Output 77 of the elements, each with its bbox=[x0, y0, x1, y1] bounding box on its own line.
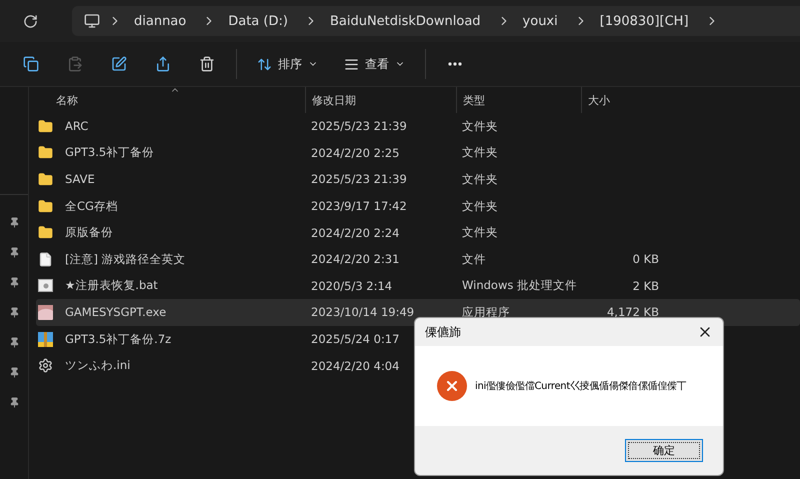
file-type: 文件 bbox=[461, 252, 487, 267]
folder-icon bbox=[38, 145, 53, 160]
file-name: GPT3.5补丁备份 bbox=[64, 145, 154, 160]
file-name: GPT3.5补丁备份.7z bbox=[64, 332, 172, 347]
pin-icon[interactable] bbox=[8, 337, 20, 348]
error-icon bbox=[437, 371, 467, 401]
settings-file-icon bbox=[38, 358, 53, 374]
file-name: ARC bbox=[64, 119, 88, 134]
ok-button[interactable]: 确定 bbox=[625, 439, 703, 462]
file-icon bbox=[38, 252, 53, 267]
column-header[interactable]: 大小 bbox=[581, 87, 665, 113]
error-message: ini儖僂儉儖儅Current巜掕偑偱偒傑偣傫偱偟偨丅 bbox=[475, 380, 686, 393]
pin-icon[interactable] bbox=[8, 367, 20, 378]
column-header[interactable]: 名称 bbox=[36, 87, 305, 113]
modified-date: 2020/5/3 2:14 bbox=[310, 278, 394, 293]
modified-date: 2024/2/20 2:24 bbox=[310, 226, 400, 240]
pin-icon[interactable] bbox=[8, 307, 20, 318]
file-row[interactable]: GPT3.5补丁备份 2024/2/20 2:25 文件夹 bbox=[36, 140, 800, 166]
column-header[interactable]: 类型 bbox=[456, 87, 581, 113]
file-size: 2 KB bbox=[632, 278, 660, 293]
file-row[interactable]: 全CG存档 2023/9/17 17:42 文件夹 bbox=[36, 192, 800, 220]
file-type: 文件夹 bbox=[461, 145, 499, 160]
file-size: 0 KB bbox=[632, 252, 660, 266]
file-type: Windows 批处理文件 bbox=[461, 278, 578, 294]
breadcrumb[interactable]: Data (D:) bbox=[220, 14, 296, 28]
file-row[interactable]: ★注册表恢复.bat 2020/5/3 2:14 Windows 批处理文件 2 KB bbox=[36, 272, 800, 300]
folder-icon bbox=[38, 225, 53, 240]
view-button[interactable]: 查看 bbox=[338, 52, 411, 76]
modified-date: 2025/5/24 0:17 bbox=[310, 332, 400, 346]
refresh-icon bbox=[22, 14, 38, 28]
file-row[interactable]: GPT3.5补丁备份.7z 2025/5/24 0:17 bbox=[36, 326, 400, 352]
modified-date: 2025/5/23 21:39 bbox=[310, 172, 408, 186]
folder-icon bbox=[38, 172, 53, 187]
lines-icon bbox=[344, 56, 359, 72]
file-name: ツンふわ.ini bbox=[64, 358, 130, 374]
file-type: 文件夹 bbox=[461, 172, 499, 187]
modified-date: 2024/2/20 2:25 bbox=[310, 146, 400, 160]
file-type: 文件夹 bbox=[461, 198, 499, 214]
pin-icon[interactable] bbox=[8, 247, 20, 258]
file-row[interactable]: SAVE 2025/5/23 21:39 文件夹 bbox=[36, 166, 800, 193]
file-name: [注意] 游戏路径全英文 bbox=[64, 252, 186, 267]
computer-icon bbox=[84, 13, 100, 29]
folder-icon bbox=[38, 198, 53, 214]
modified-date: 2024/2/20 4:04 bbox=[310, 358, 400, 373]
archive-icon bbox=[38, 332, 53, 347]
pin-icon[interactable] bbox=[8, 217, 20, 228]
file-name: GAMESYSGPT.exe bbox=[64, 305, 166, 320]
column-header[interactable]: 修改日期 bbox=[305, 87, 456, 113]
pin-icon[interactable] bbox=[8, 277, 20, 288]
file-row[interactable]: [注意] 游戏路径全英文 2024/2/20 2:31 文件 0 KB bbox=[36, 246, 800, 273]
file-type: 应用程序 bbox=[461, 304, 511, 320]
file-row[interactable]: ツンふわ.ini 2024/2/20 4:04 bbox=[36, 352, 400, 379]
file-type: 文件夹 bbox=[461, 118, 499, 134]
gear-document-icon bbox=[38, 279, 53, 292]
pin-icon[interactable] bbox=[8, 397, 20, 408]
file-name: 原版备份 bbox=[64, 225, 113, 240]
file-size: 4,172 KB bbox=[606, 305, 660, 320]
folder-icon bbox=[38, 118, 53, 134]
modified-date: 2023/10/14 19:49 bbox=[310, 305, 416, 320]
breadcrumb[interactable]: [190830][CH] bbox=[592, 14, 697, 28]
more-icon bbox=[448, 62, 462, 66]
file-name: ★注册表恢复.bat bbox=[64, 278, 158, 294]
dialog-title: 傈儦斾 bbox=[425, 324, 461, 340]
file-name: SAVE bbox=[64, 172, 95, 186]
modified-date: 2024/2/20 2:31 bbox=[310, 252, 400, 266]
breadcrumb[interactable]: BaiduNetdiskDownload bbox=[322, 14, 489, 28]
breadcrumb[interactable]: youxi bbox=[514, 14, 566, 28]
app-icon bbox=[38, 304, 53, 320]
file-type: 文件夹 bbox=[461, 225, 499, 240]
file-row[interactable]: 原版备份 2024/2/20 2:24 文件夹 bbox=[36, 219, 800, 246]
modified-date: 2025/5/23 21:39 bbox=[310, 119, 408, 134]
sort-button[interactable]: 排序 bbox=[251, 52, 324, 76]
breadcrumb[interactable]: diannao bbox=[126, 14, 194, 28]
file-name: 全CG存档 bbox=[64, 198, 118, 214]
file-row[interactable]: ARC 2025/5/23 21:39 文件夹 bbox=[36, 113, 800, 140]
modified-date: 2023/9/17 17:42 bbox=[310, 199, 408, 214]
sort-arrows-icon bbox=[257, 56, 272, 72]
